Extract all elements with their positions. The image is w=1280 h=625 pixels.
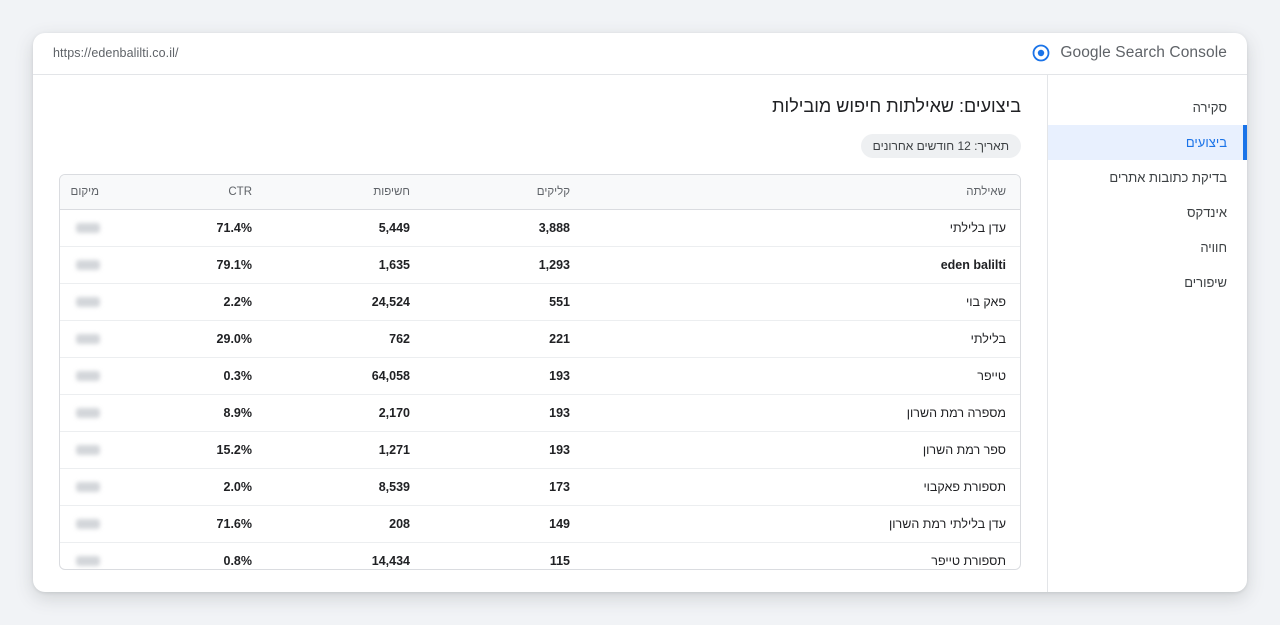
query-cell: תספורת פאקבוי — [570, 468, 1020, 506]
table-row[interactable]: ספר רמת השרון 193 1,271 15.2% — [60, 431, 1020, 469]
position-cell — [60, 320, 112, 358]
header-query[interactable]: שאילתה — [570, 175, 1020, 210]
table-row[interactable]: תספורת טייפר 115 14,434 0.8% — [60, 542, 1020, 569]
impressions-cell: 64,058 — [252, 357, 410, 395]
clicks-cell: 193 — [410, 357, 570, 395]
position-cell — [60, 505, 112, 543]
table-row[interactable]: תספורת פאקבוי 173 8,539 2.0% — [60, 468, 1020, 506]
brand: Google Search Console — [1032, 44, 1227, 62]
query-cell: בלילתי — [570, 320, 1020, 358]
ctr-cell: 71.4% — [112, 209, 252, 247]
query-cell: eden balilti — [570, 246, 1020, 284]
table-row[interactable]: טייפר 193 64,058 0.3% — [60, 357, 1020, 395]
header-position[interactable]: מיקום — [60, 175, 112, 210]
position-cell — [60, 246, 112, 284]
query-cell: מספרה רמת השרון — [570, 394, 1020, 432]
clicks-cell: 193 — [410, 394, 570, 432]
query-cell: עדן בלילתי — [570, 209, 1020, 247]
table-row[interactable]: eden balilti 1,293 1,635 79.1% — [60, 246, 1020, 284]
clicks-cell: 193 — [410, 431, 570, 469]
impressions-cell: 1,271 — [252, 431, 410, 469]
sidebar-item-experience[interactable]: חוויה — [1048, 230, 1247, 265]
queries-table: שאילתה קליקים חשיפות CTR מיקום עדן בלילת… — [59, 174, 1021, 570]
impressions-cell: 8,539 — [252, 468, 410, 506]
redacted-position — [76, 334, 100, 345]
ctr-cell: 29.0% — [112, 320, 252, 358]
ctr-cell: 0.8% — [223, 553, 253, 568]
sidebar-nav: סקירה ביצועים בדיקת כתובות אתרים אינדקס … — [1047, 75, 1247, 592]
ctr-cell: 2.0% — [112, 468, 252, 506]
impressions-cell: 762 — [252, 320, 410, 358]
query-cell: פאק בוי — [570, 283, 1020, 321]
redacted-position — [76, 223, 100, 234]
query-cell: ספר רמת השרון — [570, 431, 1020, 469]
clicks-cell: 173 — [410, 468, 570, 506]
page-title: ביצועים: שאילתות חיפוש מובילות — [772, 96, 1021, 116]
position-cell — [60, 542, 112, 569]
redacted-position — [76, 260, 100, 271]
header-clicks[interactable]: קליקים — [410, 175, 570, 210]
header-impressions[interactable]: חשיפות — [252, 175, 410, 210]
query-cell: תספורת טייפר — [931, 553, 1006, 568]
clicks-cell: 221 — [410, 320, 570, 358]
clicks-cell: 149 — [410, 505, 570, 543]
table-row[interactable]: פאק בוי 551 24,524 2.2% — [60, 283, 1020, 321]
clicks-cell: 3,888 — [410, 209, 570, 247]
impressions-cell: 24,524 — [252, 283, 410, 321]
position-cell — [60, 468, 112, 506]
table-row[interactable]: מספרה רמת השרון 193 2,170 8.9% — [60, 394, 1020, 432]
redacted-position — [76, 445, 100, 456]
redacted-position — [76, 371, 100, 382]
date-filter-chip[interactable]: תאריך: 12 חודשים אחרונים — [860, 134, 1021, 158]
redacted-position — [76, 408, 100, 419]
impressions-cell: 14,434 — [371, 553, 410, 568]
redacted-position — [76, 556, 100, 567]
top-bar: https://edenbalilti.co.il/ Google Search… — [33, 33, 1247, 75]
impressions-cell: 208 — [252, 505, 410, 543]
query-cell: עדן בלילתי רמת השרון — [570, 505, 1020, 543]
table-row[interactable]: עדן בלילתי רמת השרון 149 208 71.6% — [60, 505, 1020, 543]
position-cell — [60, 431, 112, 469]
ctr-cell: 2.2% — [112, 283, 252, 321]
impressions-cell: 5,449 — [252, 209, 410, 247]
redacted-position — [76, 297, 100, 308]
redacted-position — [76, 482, 100, 493]
ctr-cell: 71.6% — [112, 505, 252, 543]
app-title: Google Search Console — [1060, 44, 1227, 61]
ctr-cell: 79.1% — [112, 246, 252, 284]
position-cell — [60, 283, 112, 321]
position-cell — [60, 357, 112, 395]
position-cell — [60, 394, 112, 432]
ctr-cell: 0.3% — [112, 357, 252, 395]
redacted-position — [76, 519, 100, 530]
sidebar-item-overview[interactable]: סקירה — [1048, 90, 1247, 125]
header-ctr[interactable]: CTR — [112, 175, 252, 210]
table-header-row: שאילתה קליקים חשיפות CTR מיקום — [60, 175, 1020, 210]
ctr-cell: 8.9% — [112, 394, 252, 432]
sidebar-item-url-inspection[interactable]: בדיקת כתובות אתרים — [1048, 160, 1247, 195]
impressions-cell: 2,170 — [252, 394, 410, 432]
sidebar-item-index[interactable]: אינדקס — [1048, 195, 1247, 230]
property-url[interactable]: https://edenbalilti.co.il/ — [53, 46, 179, 60]
position-cell — [60, 209, 112, 247]
ctr-cell: 15.2% — [112, 431, 252, 469]
table-row[interactable]: בלילתי 221 762 29.0% — [60, 320, 1020, 358]
app-window: https://edenbalilti.co.il/ Google Search… — [33, 33, 1247, 592]
search-console-logo-icon — [1032, 44, 1050, 62]
table-row[interactable]: עדן בלילתי 3,888 5,449 71.4% — [60, 209, 1020, 247]
impressions-cell: 1,635 — [252, 246, 410, 284]
clicks-cell: 115 — [549, 553, 570, 568]
clicks-cell: 551 — [410, 283, 570, 321]
query-cell: טייפר — [570, 357, 1020, 395]
sidebar-item-enhancements[interactable]: שיפורים — [1048, 265, 1247, 300]
main-content: ביצועים: שאילתות חיפוש מובילות תאריך: 12… — [33, 75, 1047, 592]
clicks-cell: 1,293 — [410, 246, 570, 284]
header-position-label: מיקום — [70, 185, 99, 198]
sidebar-item-performance[interactable]: ביצועים — [1048, 125, 1247, 160]
